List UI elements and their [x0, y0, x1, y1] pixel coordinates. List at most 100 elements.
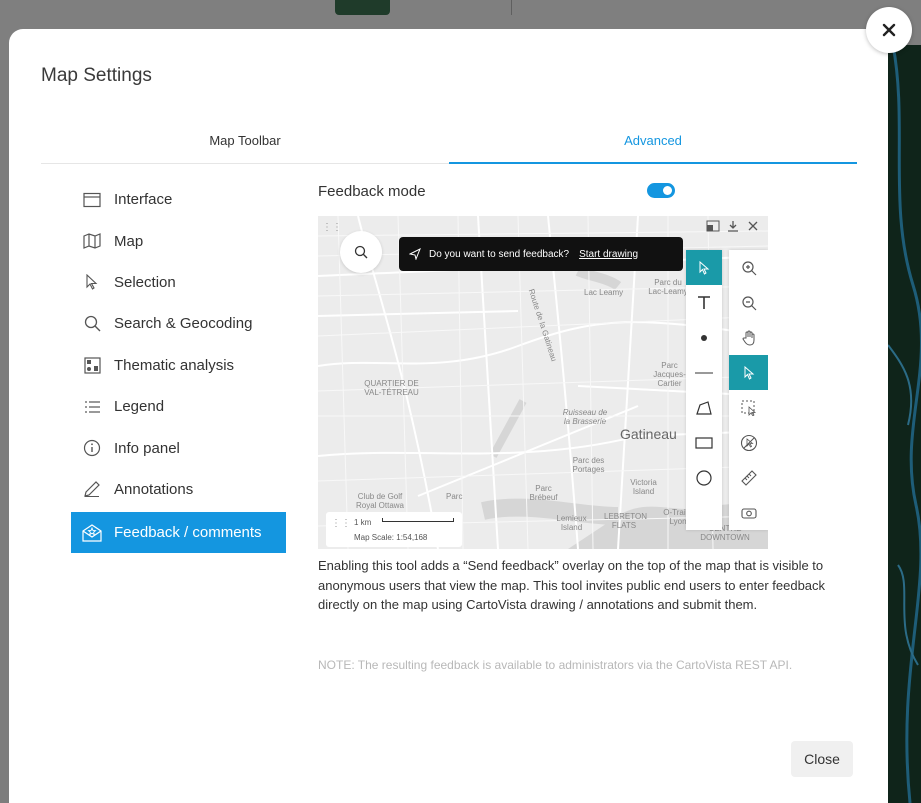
map-label-parc-jacques: Parc Jacques-Cartier: [653, 361, 686, 388]
scale-line: [382, 518, 454, 522]
map-label-parc: Parc: [446, 492, 463, 501]
draw-point-button[interactable]: [686, 320, 722, 355]
dialog-close-icon[interactable]: [866, 7, 912, 53]
sidebar-item-label: Interface: [114, 191, 173, 209]
list-icon: [82, 397, 102, 417]
sidebar-item-label: Thematic analysis: [114, 356, 235, 374]
search-icon: [354, 245, 368, 259]
map-label-gatineau: Gatineau: [620, 426, 677, 442]
camera-icon: [740, 507, 757, 519]
sidebar-item-label: Search & Geocoding: [114, 315, 253, 333]
feedback-prompt-text: Do you want to send feedback?: [429, 248, 570, 260]
clear-selection-icon: [740, 434, 757, 451]
map-label-lebreton: LEBRETON FLATS: [604, 512, 647, 530]
minimize-icon[interactable]: [706, 219, 720, 233]
sidebar-item-annotations[interactable]: Annotations: [71, 469, 286, 510]
map-toolbar: [729, 250, 768, 530]
select-tool-button[interactable]: [729, 355, 768, 390]
map-label-lac-leamy: Lac Leamy: [584, 288, 624, 297]
box-select-icon: [741, 400, 756, 416]
zoom-in-icon: [741, 260, 756, 275]
map-scale-label: Map Scale: 1:54,168: [354, 533, 428, 542]
settings-sidebar: Interface Map Selection Search & Geocodi…: [71, 179, 286, 554]
search-icon: [82, 314, 102, 334]
map-label-parc-brebeuf: Parc Brébeuf: [529, 484, 558, 502]
sidebar-item-info-panel[interactable]: Info panel: [71, 427, 286, 468]
close-button[interactable]: Close: [791, 741, 853, 777]
background-thumbnail: [335, 0, 390, 15]
feedback-preview-map: Route de la Gatineau Lac Leamy Parc du L…: [318, 216, 768, 549]
draw-circle-button[interactable]: [686, 460, 722, 495]
feedback-icon: [82, 523, 102, 543]
point-icon: [701, 334, 707, 341]
text-icon: [698, 295, 710, 309]
sidebar-item-label: Selection: [114, 273, 176, 291]
box-select-button[interactable]: [729, 390, 768, 425]
cursor-icon: [744, 365, 754, 380]
map-search-button[interactable]: [340, 231, 382, 273]
map-label-parc-lac-leamy: Parc du Lac-Leamy: [648, 278, 688, 296]
feedback-mode-label: Feedback mode: [318, 182, 426, 200]
sidebar-item-feedback-comments[interactable]: Feedback / comments: [71, 512, 286, 554]
start-drawing-link[interactable]: Start drawing: [579, 249, 638, 260]
settings-content: Feedback mode Route de la Gatineau Lac L…: [318, 179, 863, 672]
map-label-club-golf: Club de Golf Royal Ottawa: [355, 492, 405, 510]
background-satellite-map: [888, 45, 921, 803]
sidebar-item-label: Map: [114, 232, 144, 250]
scale-km-label: 1 km: [354, 518, 372, 527]
sidebar-item-label: Info panel: [114, 439, 180, 457]
zoom-in-button[interactable]: [729, 250, 768, 285]
line-icon: [695, 372, 713, 373]
zoom-out-button[interactable]: [729, 285, 768, 320]
draw-rectangle-button[interactable]: [686, 425, 722, 460]
sidebar-item-label: Legend: [114, 398, 165, 416]
map-label-quartier: QUARTIER DE VAL-TÉTREAU: [364, 379, 419, 397]
pencil-icon: [82, 479, 102, 499]
hand-icon: [741, 329, 754, 346]
feedback-mode-row: Feedback mode: [318, 179, 863, 203]
feedback-prompt-bar: Do you want to send feedback? Start draw…: [399, 237, 683, 271]
settings-tabs: Map Toolbar Advanced: [41, 125, 857, 164]
draw-line-button[interactable]: [686, 355, 722, 390]
map-scale-bar: ⋮⋮ 1 km Map Scale: 1:54,168: [326, 512, 462, 547]
map-label-victoria-island: Victoria Island: [630, 478, 657, 496]
download-icon[interactable]: [726, 219, 740, 233]
sidebar-item-legend[interactable]: Legend: [71, 386, 286, 427]
tab-advanced[interactable]: Advanced: [449, 125, 857, 164]
pan-button[interactable]: [729, 320, 768, 355]
thematic-icon: [82, 355, 102, 375]
drag-handle-icon[interactable]: ⋮⋮: [322, 222, 342, 233]
tab-map-toolbar[interactable]: Map Toolbar: [41, 125, 449, 163]
sidebar-item-map[interactable]: Map: [71, 220, 286, 261]
sidebar-item-label: Feedback / comments: [114, 524, 262, 542]
feedback-mode-toggle[interactable]: [647, 183, 675, 198]
drag-handle-icon[interactable]: ⋮⋮: [331, 518, 351, 529]
sidebar-item-interface[interactable]: Interface: [71, 179, 286, 220]
sidebar-item-label: Annotations: [114, 480, 194, 498]
send-icon: [409, 248, 421, 260]
map-settings-dialog: Map Settings Map Toolbar Advanced Interf…: [9, 29, 888, 803]
measure-button[interactable]: [729, 460, 768, 495]
dialog-title: Map Settings: [41, 65, 152, 86]
close-icon[interactable]: [746, 219, 760, 233]
screenshot-button[interactable]: [729, 495, 768, 530]
polygon-icon: [696, 400, 712, 415]
map-window-controls: [706, 219, 760, 233]
map-label-parc-portages: Parc des Portages: [572, 456, 605, 474]
map-label-lemieux-island: Lemieux Island: [556, 514, 587, 532]
zoom-out-icon: [741, 295, 756, 310]
map-label-ruisseau: Ruisseau de la Brasserie: [562, 408, 608, 426]
sidebar-item-selection[interactable]: Selection: [71, 262, 286, 303]
clear-selection-button[interactable]: [729, 425, 768, 460]
cursor-icon: [699, 260, 710, 275]
draw-polygon-button[interactable]: [686, 390, 722, 425]
draw-text-button[interactable]: [686, 285, 722, 320]
cursor-icon: [82, 272, 102, 292]
feedback-note: NOTE: The resulting feedback is availabl…: [318, 658, 793, 672]
draw-select-button[interactable]: [686, 250, 722, 285]
rectangle-icon: [695, 436, 713, 449]
circle-icon: [696, 469, 712, 486]
window-icon: [82, 190, 102, 210]
sidebar-item-thematic-analysis[interactable]: Thematic analysis: [71, 345, 286, 386]
sidebar-item-search-geocoding[interactable]: Search & Geocoding: [71, 303, 286, 344]
